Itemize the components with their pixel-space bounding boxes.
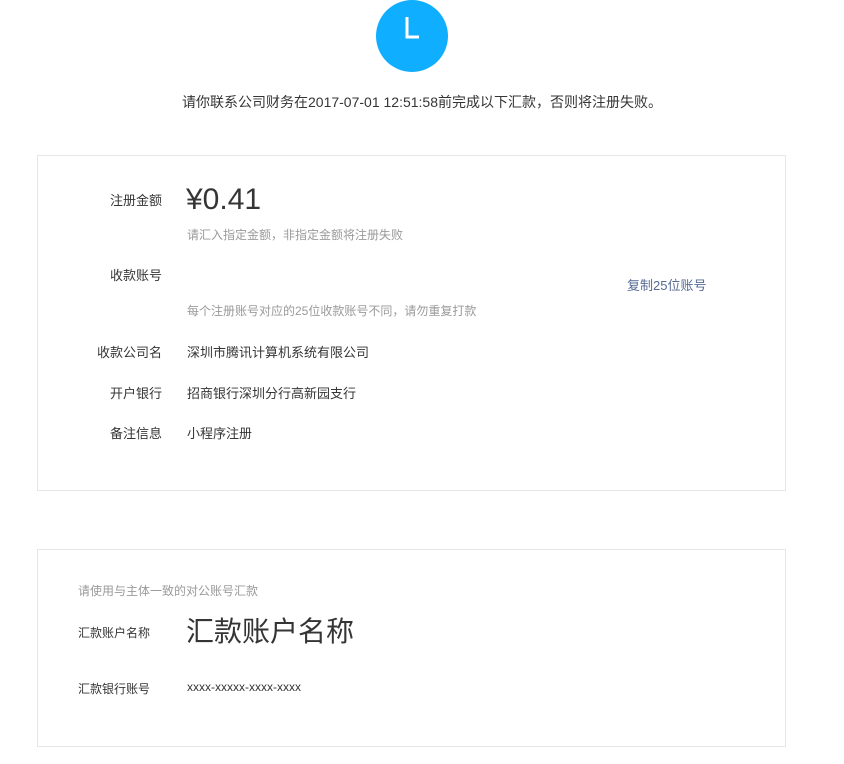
- bank-name: 招商银行深圳分行高新园支行: [187, 386, 357, 401]
- remitter-name-label: 汇款账户名称: [78, 626, 151, 640]
- remark-label: 备注信息: [109, 426, 162, 441]
- clock-icon: [376, 0, 448, 72]
- company-name: 深圳市腾讯计算机系统有限公司: [187, 345, 370, 360]
- remitter-account-value: xxxx-xxxxx-xxxx-xxxx: [187, 680, 301, 694]
- payment-info-card: 注册金额 ¥0.41 请汇入指定金额，非指定金额将注册失败 收款账号 复制25位…: [37, 155, 786, 491]
- payment-deadline-notice: 请你联系公司财务在2017-07-01 12:51:58前完成以下汇款，否则将注…: [182, 94, 662, 110]
- remitter-info-card: 请使用与主体一致的对公账号汇款 汇款账户名称 汇款账户名称 汇款银行账号 xxx…: [37, 549, 786, 747]
- registration-payment-page: 请你联系公司财务在2017-07-01 12:51:58前完成以下汇款，否则将注…: [0, 0, 844, 764]
- copy-account-link[interactable]: 复制25位账号: [627, 275, 706, 294]
- amount-label: 注册金额: [109, 193, 162, 208]
- remitter-name-value: 汇款账户名称: [186, 616, 355, 647]
- remitter-hint: 请使用与主体一致的对公账号汇款: [78, 584, 259, 598]
- bank-label: 开户银行: [109, 386, 162, 401]
- amount-hint: 请汇入指定金额，非指定金额将注册失败: [187, 228, 404, 242]
- account-hint: 每个注册账号对应的25位收款账号不同，请勿重复打款: [187, 304, 477, 318]
- account-label: 收款账号: [109, 268, 162, 283]
- registration-amount: ¥0.41: [186, 183, 262, 216]
- company-label: 收款公司名: [96, 345, 162, 360]
- remark-value: 小程序注册: [187, 426, 253, 441]
- remitter-account-label: 汇款银行账号: [78, 682, 151, 696]
